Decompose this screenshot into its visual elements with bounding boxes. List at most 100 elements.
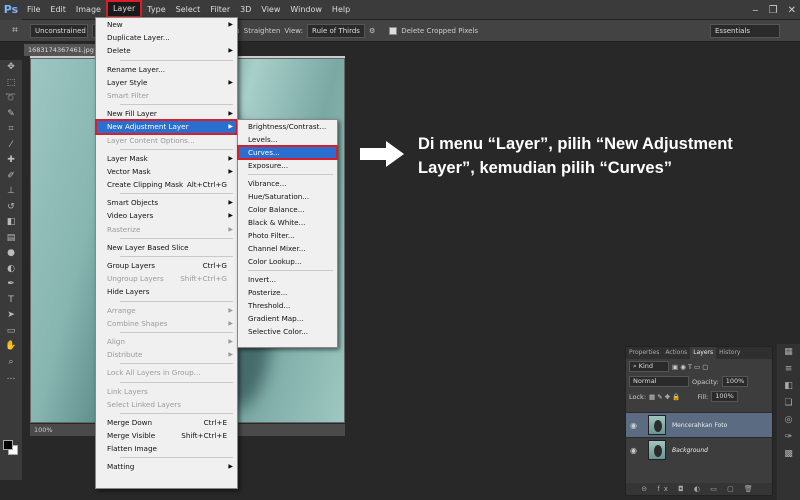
tab-actions[interactable]: Actions	[662, 347, 690, 359]
fx-icon[interactable]: fx	[657, 485, 672, 493]
submenu-item-vibrance[interactable]: Vibrance...	[238, 177, 337, 190]
submenu-item-curves[interactable]: Curves...	[237, 145, 338, 160]
menu-item-layer-style[interactable]: Layer Style ▶	[96, 76, 237, 89]
menu-view[interactable]: View	[256, 0, 285, 20]
submenu-item-invert[interactable]: Invert...	[238, 273, 337, 286]
submenu-item-threshold[interactable]: Threshold...	[238, 299, 337, 312]
view-overlay-select[interactable]: Rule of Thirds	[307, 23, 365, 38]
menu-item-rename-layer[interactable]: Rename Layer...	[96, 63, 237, 76]
minimize-icon[interactable]: ‒	[752, 5, 758, 16]
adjustments-icon[interactable]: ◧	[777, 378, 800, 395]
zoom-tool-icon[interactable]: ⌕	[0, 355, 22, 371]
lock-icons[interactable]: ▦ ✎ ✥ 🔒	[649, 393, 680, 401]
crop-tool-icon[interactable]: ⌗	[0, 25, 30, 36]
more-tools-icon[interactable]: …	[0, 370, 22, 386]
filter-icons[interactable]: ▣ ◉ T ▭ ▢	[672, 363, 708, 371]
layer-name[interactable]: Background	[672, 447, 708, 454]
submenu-item-brightness-contrast[interactable]: Brightness/Contrast...	[238, 120, 337, 133]
menu-item-merge-visible[interactable]: Merge Visible Shift+Ctrl+E	[96, 429, 237, 442]
layer-row[interactable]: ◉ Mencerahkan Foto	[626, 412, 772, 437]
crop-ratio-select[interactable]: Unconstrained	[30, 23, 88, 38]
shape-tool-icon[interactable]: ▭	[0, 324, 22, 340]
submenu-item-gradient-map[interactable]: Gradient Map...	[238, 312, 337, 325]
visibility-eye-icon[interactable]: ◉	[630, 446, 642, 455]
menu-item-delete[interactable]: Delete ▶	[96, 44, 237, 57]
menu-item-flatten-image[interactable]: Flatten Image	[96, 442, 237, 455]
menu-3d[interactable]: 3D	[235, 0, 256, 20]
hand-tool-icon[interactable]: ✋	[0, 339, 22, 355]
submenu-item-selective-color[interactable]: Selective Color...	[238, 325, 337, 338]
layers-panel-footer[interactable]: ⊝ fx ◘ ◐ ▭ ▢ 🗑	[626, 483, 772, 495]
layer-row[interactable]: ◉ Background	[626, 437, 772, 462]
layer-name[interactable]: Mencerahkan Foto	[672, 422, 727, 429]
menu-item-hide-layers[interactable]: Hide Layers	[96, 285, 237, 298]
menu-item-new-adjustment-layer[interactable]: New Adjustment Layer ▶	[95, 119, 238, 135]
crop-tool-icon[interactable]: ⌗	[0, 122, 22, 138]
straighten-label[interactable]: Straighten	[244, 27, 281, 35]
close-icon[interactable]: ✕	[788, 5, 796, 16]
type-tool-icon[interactable]: T	[0, 293, 22, 309]
restore-icon[interactable]: ❐	[769, 5, 778, 16]
menu-help[interactable]: Help	[327, 0, 355, 20]
paths-icon[interactable]: ✑	[777, 429, 800, 446]
tab-history[interactable]: History	[716, 347, 743, 359]
submenu-item-exposure[interactable]: Exposure...	[238, 159, 337, 172]
submenu-item-posterize[interactable]: Posterize...	[238, 286, 337, 299]
healing-tool-icon[interactable]: ✚	[0, 153, 22, 169]
submenu-item-levels[interactable]: Levels...	[238, 133, 337, 146]
menu-item-duplicate-layer[interactable]: Duplicate Layer...	[96, 31, 237, 44]
submenu-item-color-balance[interactable]: Color Balance...	[238, 203, 337, 216]
history-icon[interactable]: ▦	[777, 344, 800, 361]
menu-item-video-layers[interactable]: Video Layers ▶	[96, 209, 237, 222]
foreground-color-swatch[interactable]	[3, 440, 13, 450]
menu-layer[interactable]: Layer	[105, 0, 143, 18]
eraser-tool-icon[interactable]: ◧	[0, 215, 22, 231]
menu-item-smart-objects[interactable]: Smart Objects ▶	[96, 196, 237, 209]
channels-icon[interactable]: ◎	[777, 412, 800, 429]
move-tool-icon[interactable]: ✥	[0, 60, 22, 76]
blend-mode-select[interactable]: Normal	[629, 376, 689, 387]
lasso-tool-icon[interactable]: ➰	[0, 91, 22, 107]
gradient-tool-icon[interactable]: ▤	[0, 231, 22, 247]
tab-layers[interactable]: Layers	[690, 347, 717, 359]
stamp-tool-icon[interactable]: ⊥	[0, 184, 22, 200]
history-brush-icon[interactable]: ↺	[0, 200, 22, 216]
menu-item-merge-down[interactable]: Merge Down Ctrl+E	[96, 416, 237, 429]
menu-item-new-fill-layer[interactable]: New Fill Layer ▶	[96, 107, 237, 120]
document-tab[interactable]: 1683174367461.jpg	[24, 44, 96, 56]
properties-icon[interactable]: ≡	[777, 361, 800, 378]
workspace-select[interactable]: Essentials	[710, 24, 780, 38]
menu-item-create-clipping-mask[interactable]: Create Clipping Mask Alt+Ctrl+G	[96, 178, 237, 191]
menu-item-layer-mask[interactable]: Layer Mask ▶	[96, 152, 237, 165]
swatches-icon[interactable]: ▩	[777, 446, 800, 463]
menu-item-new-layer-based-slice[interactable]: New Layer Based Slice	[96, 241, 237, 254]
submenu-item-color-lookup[interactable]: Color Lookup...	[238, 255, 337, 268]
delete-cropped-checkbox[interactable]	[389, 26, 398, 35]
layers-dock-icon[interactable]: ❏	[777, 395, 800, 412]
submenu-item-channel-mixer[interactable]: Channel Mixer...	[238, 242, 337, 255]
menu-item-new[interactable]: New ▶	[96, 18, 237, 31]
eyedropper-tool-icon[interactable]: ⁄	[0, 138, 22, 154]
menu-edit[interactable]: Edit	[45, 0, 71, 20]
menu-item-group-layers[interactable]: Group Layers Ctrl+G	[96, 259, 237, 272]
submenu-item-photo-filter[interactable]: Photo Filter...	[238, 229, 337, 242]
blur-tool-icon[interactable]: ●	[0, 246, 22, 262]
opacity-field[interactable]: 100%	[721, 376, 749, 387]
submenu-item-hue-saturation[interactable]: Hue/Saturation...	[238, 190, 337, 203]
layer-filter-select[interactable]: ⌕ Kind	[629, 361, 669, 372]
menu-item-vector-mask[interactable]: Vector Mask ▶	[96, 165, 237, 178]
menu-item-matting[interactable]: Matting ▶	[96, 460, 237, 473]
fill-field[interactable]: 100%	[711, 391, 738, 402]
menu-window[interactable]: Window	[285, 0, 327, 20]
menu-file[interactable]: File	[22, 0, 45, 20]
quick-select-tool-icon[interactable]: ✎	[0, 107, 22, 123]
visibility-eye-icon[interactable]: ◉	[630, 421, 642, 430]
pen-tool-icon[interactable]: ✒	[0, 277, 22, 293]
brush-tool-icon[interactable]: ✐	[0, 169, 22, 185]
tab-properties[interactable]: Properties	[626, 347, 662, 359]
path-select-tool-icon[interactable]: ➤	[0, 308, 22, 324]
settings-gear-icon[interactable]: ⚙	[369, 27, 375, 35]
marquee-tool-icon[interactable]: ⬚	[0, 76, 22, 92]
dodge-tool-icon[interactable]: ◐	[0, 262, 22, 278]
submenu-item-black-white[interactable]: Black & White...	[238, 216, 337, 229]
